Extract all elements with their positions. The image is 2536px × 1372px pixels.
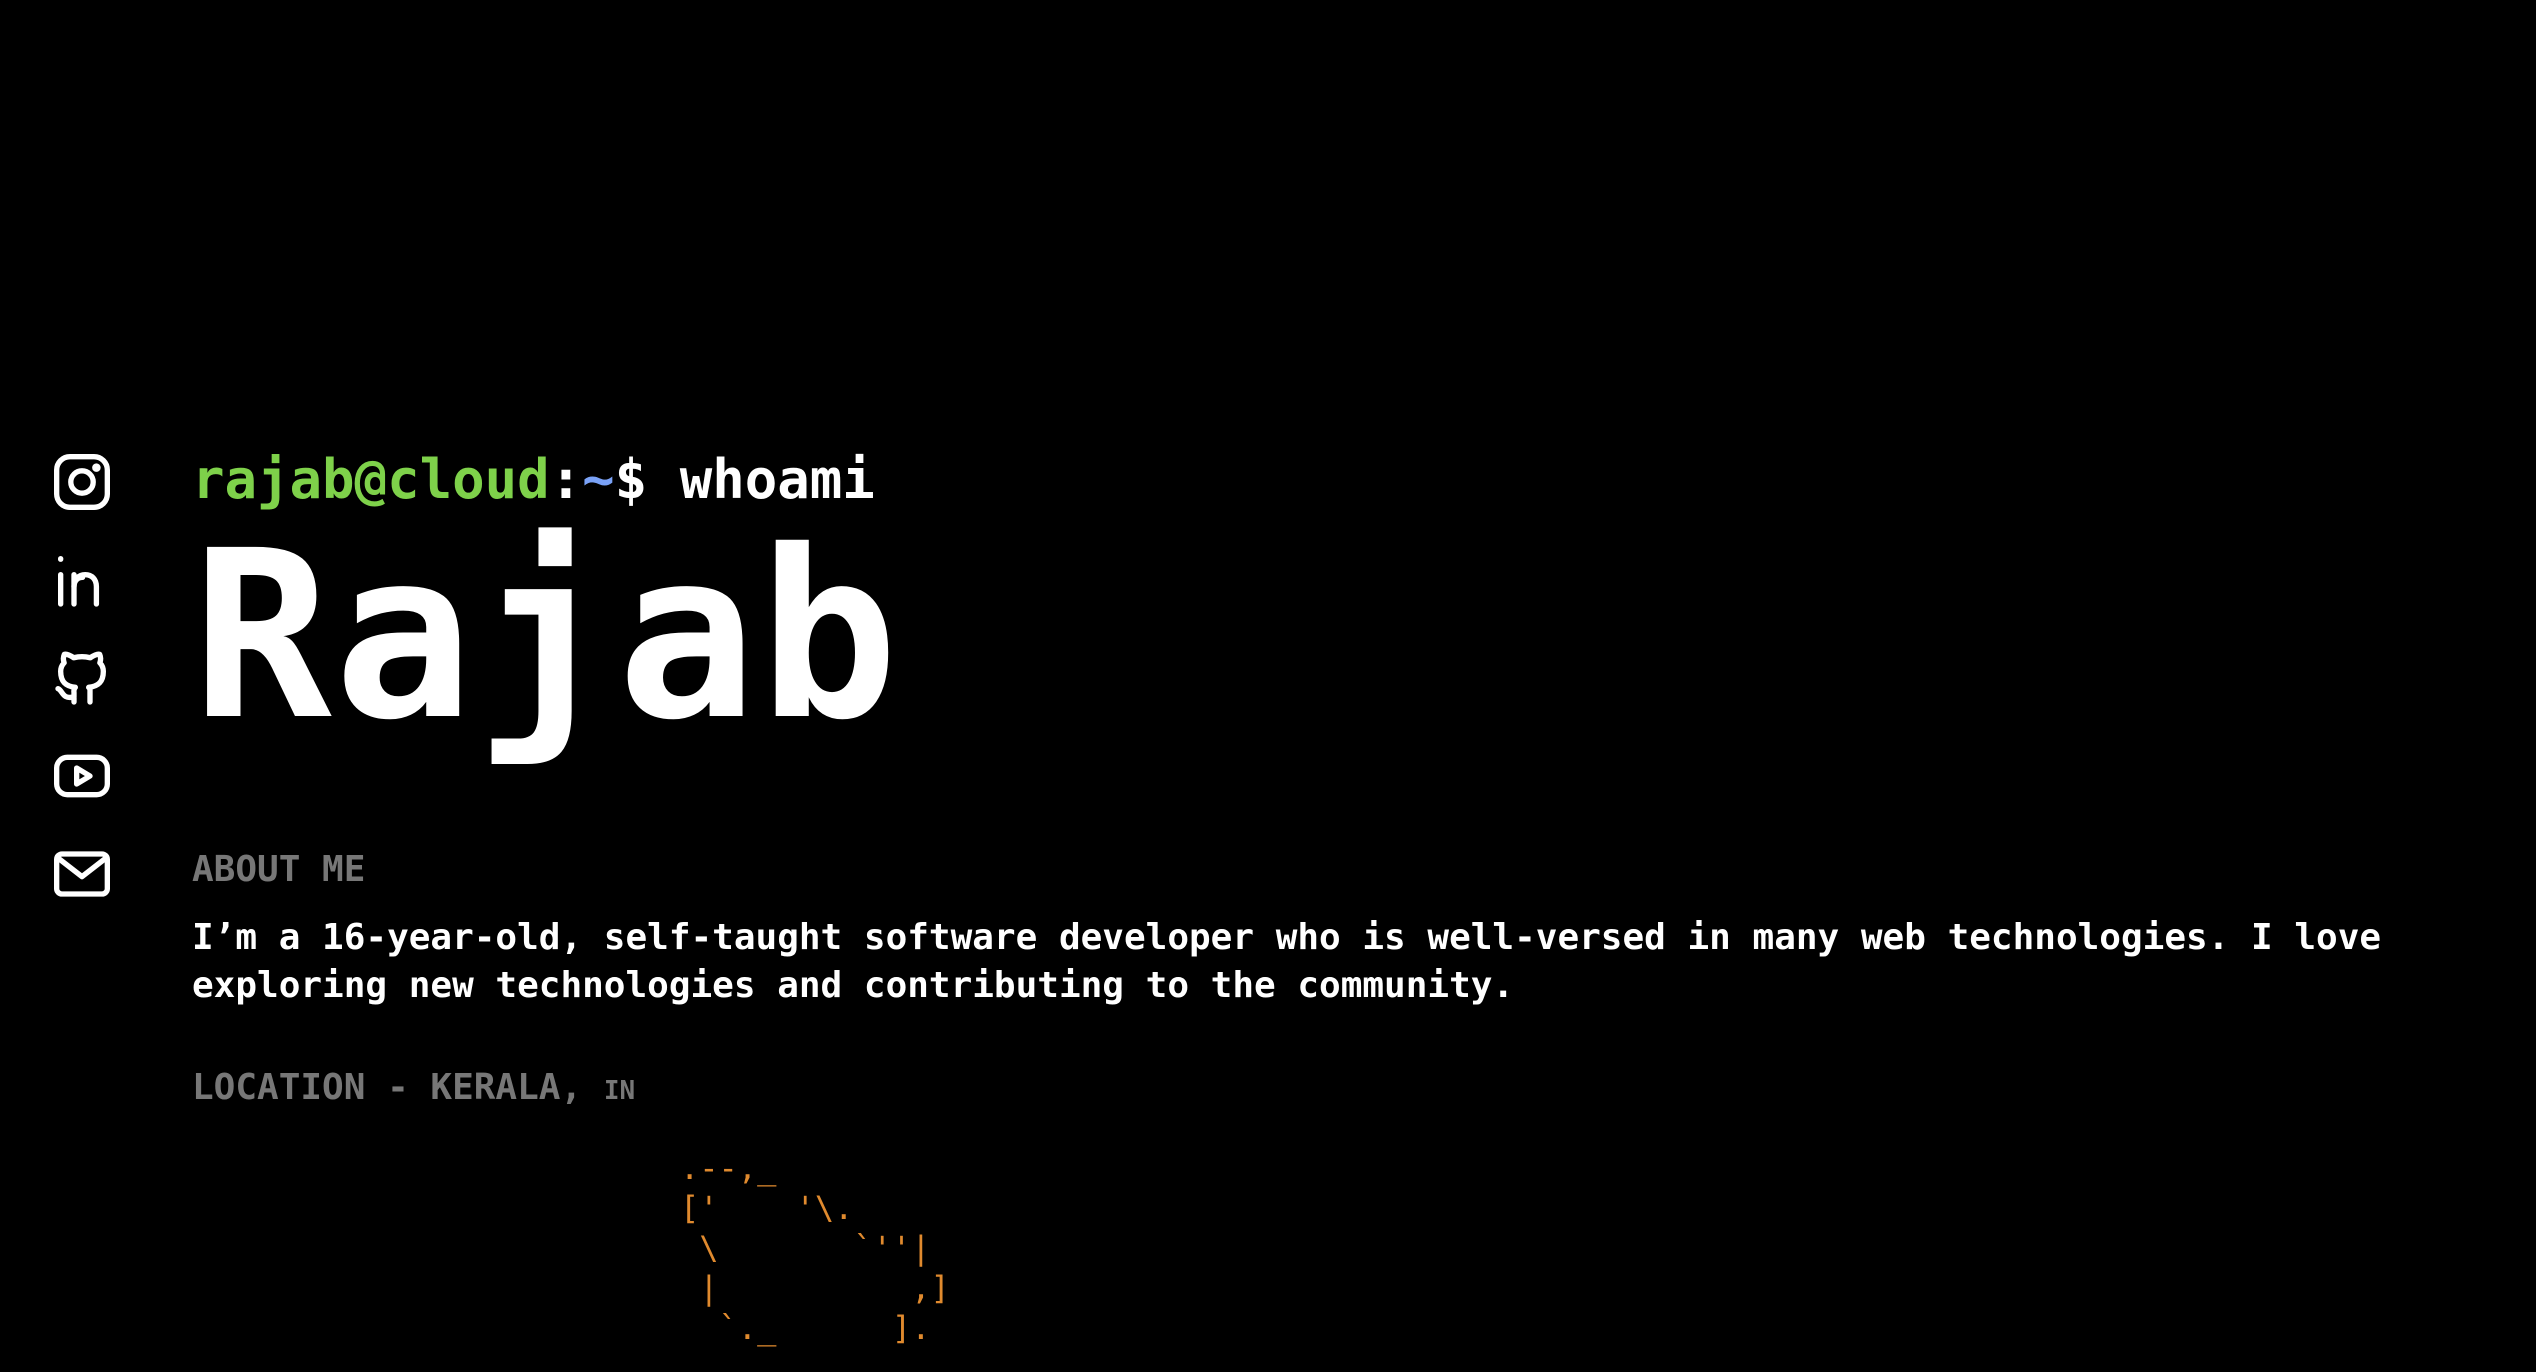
kerala-ascii-map: .--,_ [' '\. \ `''| | ,] `._ ].	[680, 1149, 950, 1347]
main-content: rajab@cloud:~$ whoami Rajab ABOUT ME I’m…	[192, 448, 2442, 1113]
location-label: LOCATION - KERALA,	[192, 1067, 583, 1108]
youtube-link[interactable]	[50, 744, 114, 808]
social-links	[50, 450, 114, 940]
location-country: IN	[603, 1076, 636, 1106]
mail-icon	[50, 842, 114, 906]
linkedin-icon	[50, 548, 114, 612]
youtube-icon	[50, 744, 114, 808]
linkedin-link[interactable]	[50, 548, 114, 612]
instagram-link[interactable]	[50, 450, 114, 514]
about-heading: ABOUT ME	[192, 849, 366, 890]
email-link[interactable]	[50, 842, 114, 906]
about-text: I’m a 16-year-old, self-taught software …	[192, 917, 2382, 1006]
location-heading: LOCATION - KERALA, IN	[192, 1066, 2442, 1113]
hero-name: Rajab	[192, 501, 901, 771]
github-icon	[50, 646, 114, 710]
github-link[interactable]	[50, 646, 114, 710]
instagram-icon	[50, 450, 114, 514]
